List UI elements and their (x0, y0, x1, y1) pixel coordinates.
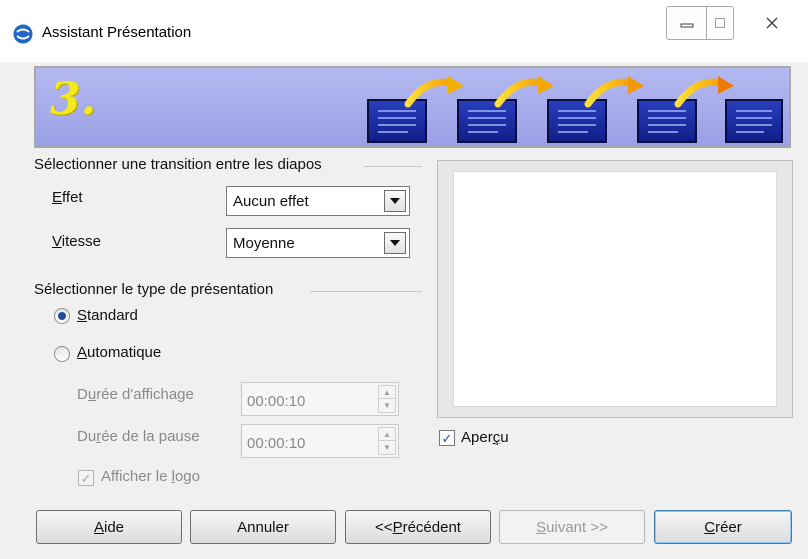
transition-group-divider (364, 166, 422, 167)
show-logo-label[interactable]: Afficher le logo (101, 468, 200, 485)
display-duration-spinbox[interactable]: 00:00:10 ▲ ▼ (241, 382, 399, 416)
type-group-title: Sélectionner le type de présentation (34, 281, 274, 298)
title-bar: Assistant Présentation (0, 0, 808, 62)
help-button[interactable]: Aide (36, 510, 182, 544)
display-duration-stepper[interactable]: ▲ ▼ (378, 385, 396, 413)
create-button[interactable]: Créer (654, 510, 792, 544)
pause-duration-spinbox[interactable]: 00:00:10 ▲ ▼ (241, 424, 399, 458)
effect-select[interactable]: Aucun effet (226, 186, 410, 216)
type-group-divider (310, 291, 422, 292)
chevron-down-icon[interactable]: ▼ (379, 441, 395, 454)
presentation-wizard-window: Assistant Présentation 3. Sélectionner u… (0, 0, 808, 559)
wizard-step-banner: 3. (34, 66, 791, 148)
libreoffice-app-icon (13, 24, 33, 44)
preview-label[interactable]: Aperçu (461, 429, 509, 446)
chevron-up-icon[interactable]: ▲ (379, 386, 395, 399)
standard-label[interactable]: Standard (77, 307, 138, 324)
pause-duration-value: 00:00:10 (247, 434, 306, 452)
speed-select-value: Moyenne (233, 234, 295, 252)
next-button[interactable]: Suivant >> (499, 510, 645, 544)
preview-panel (437, 160, 793, 418)
speed-select[interactable]: Moyenne (226, 228, 410, 258)
previous-button[interactable]: << Précédent (345, 510, 491, 544)
slide-icon-5 (725, 99, 783, 143)
slide-icon-4 (637, 99, 697, 143)
slide-icon-2 (457, 99, 517, 143)
chevron-down-icon (390, 240, 400, 246)
display-duration-label: Durée d'affichage (77, 386, 194, 403)
speed-label: Vitesse (52, 233, 101, 250)
automatic-label[interactable]: Automatique (77, 344, 161, 361)
maximize-button[interactable] (706, 6, 734, 40)
minimize-icon (680, 23, 693, 28)
preview-checkbox[interactable]: ✓ (439, 430, 455, 446)
speed-dropdown-button[interactable] (384, 232, 406, 254)
chevron-down-icon[interactable]: ▼ (379, 399, 395, 412)
maximize-icon (715, 18, 725, 28)
effect-label: Effet (52, 189, 83, 206)
close-button[interactable] (752, 6, 792, 40)
display-duration-value: 00:00:10 (247, 392, 306, 410)
chevron-up-icon[interactable]: ▲ (379, 428, 395, 441)
effect-dropdown-button[interactable] (384, 190, 406, 212)
cancel-button[interactable]: Annuler (190, 510, 336, 544)
pause-duration-stepper[interactable]: ▲ ▼ (378, 427, 396, 455)
close-icon (766, 17, 778, 29)
slide-icon-3 (547, 99, 607, 143)
pause-duration-label: Durée de la pause (77, 428, 200, 445)
chevron-down-icon (390, 198, 400, 204)
standard-radio[interactable] (54, 308, 70, 324)
effect-select-value: Aucun effet (233, 192, 309, 210)
slides-progress-graphic (367, 76, 783, 143)
minimize-button[interactable] (666, 6, 706, 40)
transition-group-title: Sélectionner une transition entre les di… (34, 156, 322, 173)
preview-canvas (453, 171, 777, 407)
automatic-radio[interactable] (54, 346, 70, 362)
window-title: Assistant Présentation (42, 24, 192, 41)
show-logo-checkbox[interactable]: ✓ (78, 470, 94, 486)
slide-icon-1 (367, 99, 427, 143)
